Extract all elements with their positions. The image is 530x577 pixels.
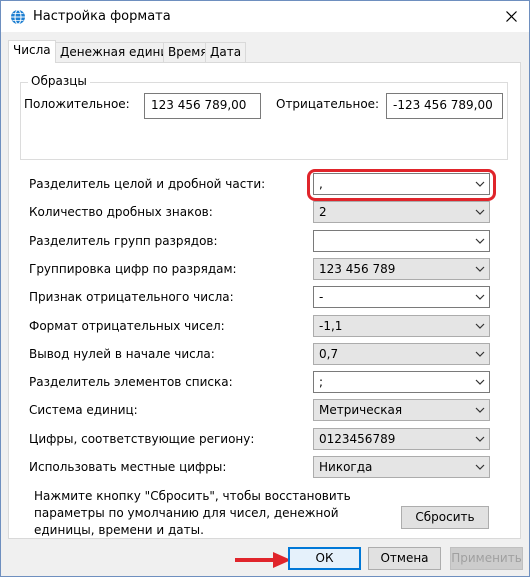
highlight-annotation: [307, 169, 496, 201]
chevron-down-icon[interactable]: [475, 463, 485, 471]
setting-value: ;: [319, 375, 324, 389]
setting-label: Признак отрицательного числа:: [29, 290, 234, 304]
chevron-down-icon[interactable]: [475, 406, 485, 414]
close-icon: [505, 10, 517, 22]
setting-label: Формат отрицательных чисел:: [29, 319, 225, 333]
close-button[interactable]: [499, 5, 523, 27]
chevron-down-icon[interactable]: [475, 378, 485, 386]
globe-icon: [11, 9, 25, 25]
positive-sample-text: 123 456 789,00: [151, 98, 247, 112]
reset-info-text: Нажмите кнопку "Сбросить", чтобы восстан…: [34, 489, 351, 537]
setting-combobox[interactable]: 0,7: [313, 343, 490, 365]
samples-group: Образцы Положительное: 123 456 789,00 От…: [20, 74, 508, 160]
negative-sample-value: -123 456 789,00: [386, 93, 503, 119]
setting-value: 0,7: [319, 347, 339, 361]
chevron-down-icon[interactable]: [475, 208, 485, 216]
setting-combobox[interactable]: -1,1: [313, 315, 490, 337]
setting-label: Вывод нулей в начале числа:: [29, 347, 215, 361]
setting-combobox[interactable]: [313, 230, 490, 252]
setting-label: Разделитель целой и дробной части:: [29, 177, 266, 191]
format-settings-dialog: Настройка формата Числа Денежная единица…: [0, 0, 530, 577]
chevron-down-icon[interactable]: [475, 237, 485, 245]
setting-combobox[interactable]: ;: [313, 371, 490, 393]
setting-combobox[interactable]: Никогда: [313, 456, 490, 478]
samples-group-title: Образцы: [28, 74, 90, 88]
setting-label: Группировка цифр по разрядам:: [29, 262, 237, 276]
setting-combobox[interactable]: 0123456789: [313, 428, 490, 450]
setting-label: Количество дробных знаков:: [29, 205, 213, 219]
setting-label: Разделитель групп разрядов:: [29, 234, 218, 248]
positive-sample-label: Положительное:: [24, 97, 130, 111]
window-title: Настройка формата: [33, 9, 171, 24]
chevron-down-icon[interactable]: [475, 293, 485, 301]
setting-value: 123 456 789: [319, 262, 396, 276]
ok-button[interactable]: ОК: [288, 547, 361, 570]
numbers-tab-panel: Образцы Положительное: 123 456 789,00 От…: [8, 62, 521, 539]
setting-label: Цифры, соответствующие региону:: [29, 432, 255, 446]
reset-button[interactable]: Сбросить: [401, 506, 489, 529]
chevron-down-icon[interactable]: [475, 435, 485, 443]
chevron-down-icon[interactable]: [475, 265, 485, 273]
setting-value: Никогда: [319, 460, 373, 474]
chevron-down-icon[interactable]: [475, 350, 485, 358]
setting-label: Разделитель элементов списка:: [29, 375, 233, 389]
setting-combobox[interactable]: 2: [313, 201, 490, 223]
setting-label: Использовать местные цифры:: [29, 460, 227, 474]
tab-numbers[interactable]: Числа: [8, 40, 56, 63]
positive-sample-value: 123 456 789,00: [144, 93, 261, 119]
title-bar[interactable]: Настройка формата: [1, 1, 529, 32]
setting-label: Система единиц:: [29, 403, 138, 417]
setting-value: -: [319, 290, 324, 304]
setting-combobox[interactable]: 123 456 789: [313, 258, 490, 280]
tab-date[interactable]: Дата: [205, 42, 247, 62]
setting-value: 2: [319, 205, 327, 219]
negative-sample-label: Отрицательное:: [276, 97, 380, 111]
setting-value: -1,1: [319, 319, 343, 333]
setting-combobox[interactable]: Метрическая: [313, 399, 490, 421]
cancel-button[interactable]: Отмена: [368, 547, 441, 570]
apply-button[interactable]: Применить: [450, 547, 523, 570]
setting-value: 0123456789: [319, 432, 396, 446]
negative-sample-text: -123 456 789,00: [393, 98, 493, 112]
chevron-down-icon[interactable]: [475, 322, 485, 330]
setting-value: Метрическая: [319, 403, 403, 417]
red-arrow-icon: [235, 552, 291, 568]
setting-combobox[interactable]: -: [313, 286, 490, 308]
